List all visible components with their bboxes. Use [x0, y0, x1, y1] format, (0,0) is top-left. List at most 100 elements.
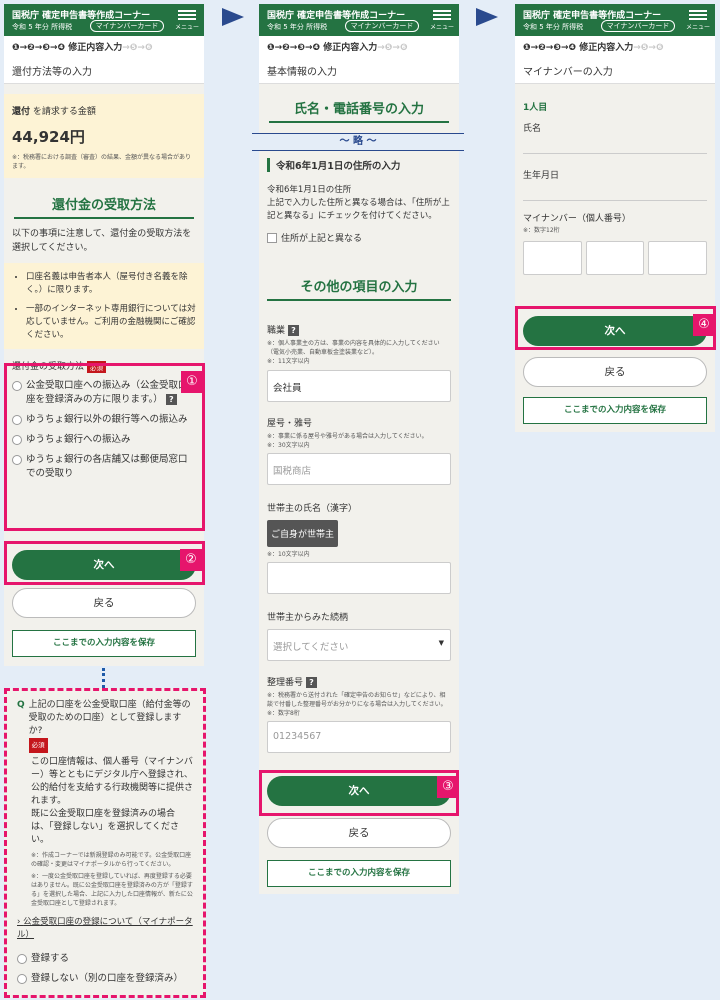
highlight-2: [4, 541, 205, 585]
step-indicator: ❶→❷→❸→❹ 修正内容入力→❺→❻: [515, 36, 715, 56]
popup-body-2: 既に公金受取口座を登録済みの場合は、「登録しない」を選択してください。: [31, 809, 179, 845]
app-header: 国税庁 確定申告書等作成コーナー 令和 5 年分 所得税 マイナンバーカード メ…: [515, 4, 715, 36]
flow-arrow-icon: [222, 8, 244, 26]
person-label: 1人目: [523, 103, 548, 113]
household-head-label: 世帯主の氏名（漢字）: [267, 504, 358, 514]
mynumber-input-2[interactable]: [585, 241, 645, 275]
radio-icon: [17, 954, 27, 964]
mynumber-form: 1人目 氏名 生年月日 マイナンバー（個人番号） ※：数字12桁: [515, 84, 715, 275]
hamburger-icon: [175, 10, 199, 20]
mynumber-card-button[interactable]: マイナンバーカード: [601, 20, 675, 32]
highlight-1: [4, 363, 205, 531]
question-row: Q 上記の口座を公金受取口座（給付金等の受取のための口座）として登録しますか? 必…: [17, 699, 193, 753]
dropdown-arrow-icon: ▼: [438, 639, 444, 647]
popup-note: ※：一度公金受取口座を登録していれば、再度登録する必要はありません。既に公金受取…: [31, 873, 193, 907]
mynumber-input-3[interactable]: [648, 241, 708, 275]
badge-4: ④: [693, 314, 715, 336]
birthdate-label: 生年月日: [523, 171, 560, 181]
public-account-question: Q 上記の口座を公金受取口座（給付金等の受取のための口座）として登録しますか? 必…: [4, 688, 206, 998]
save-progress-button[interactable]: ここまでの入力内容を保存: [267, 860, 451, 887]
page-title: マイナンバーの入力: [515, 56, 715, 84]
trade-name-limit: ※：30文字以内: [267, 442, 310, 449]
q-mark: Q: [17, 700, 25, 710]
address-differs-checkbox[interactable]: 住所が上記と異なる: [267, 231, 451, 244]
mynumber-inputs: [523, 241, 708, 275]
step-indicator: ❶→❷→❸→❹ 修正内容入力→❺→❻: [4, 36, 204, 56]
occupation-limit: ※：11文字以内: [267, 358, 310, 365]
back-button[interactable]: 戻る: [267, 818, 451, 848]
checkbox-icon: [267, 232, 277, 243]
address-text: 令和6年1月1日の住所 上記で入力した住所と異なる場合は、「住所が上記と異なる」…: [267, 185, 450, 221]
notice-item: 一部のインターネット専用銀行については対応していません。ご利用の金融機関にご確認…: [26, 303, 196, 342]
reference-number-note: ※：税務署から送付された「確定申告のお知らせ」などにより、相談で付番した整理番号…: [267, 692, 447, 708]
section-refund-method: 還付金の受取方法: [14, 194, 194, 219]
mynumber-label: マイナンバー（個人番号）: [523, 214, 631, 224]
screen2-body: 令和6年1月1日の住所の入力 令和6年1月1日の住所 上記で入力した住所と異なる…: [259, 152, 459, 753]
badge-2: ②: [180, 549, 202, 571]
trade-name-input[interactable]: 国税商店: [267, 453, 451, 485]
highlight-3: [259, 770, 459, 816]
occupation-input[interactable]: 会社員: [267, 370, 451, 402]
address-heading: 令和6年1月1日の住所の入力: [267, 158, 451, 172]
hamburger-icon: [430, 10, 454, 20]
refund-amount-box: 還付 を請求する金額 44,924円 ※：税務署における調査（審査）の結果、金額…: [4, 94, 204, 178]
relationship-select[interactable]: 選択してください ▼: [267, 629, 451, 661]
birthdate-value: [523, 183, 707, 201]
tax-year: 令和 5 年分 所得税: [523, 23, 584, 31]
question-text: 上記の口座を公金受取口座（給付金等の受取のための口座）として登録しますか?: [28, 700, 191, 736]
trade-name-label: 屋号・雅号: [267, 419, 313, 429]
mynumber-input-1[interactable]: [523, 241, 582, 275]
omitted-marker: 〜 略 〜: [252, 133, 464, 151]
app-header: 国税庁 確定申告書等作成コーナー 令和 5 年分 所得税 マイナンバーカード メ…: [4, 4, 204, 36]
mynaportal-link[interactable]: › 公金受取口座の登録について（マイナポータル）: [17, 916, 193, 942]
mynumber-card-button[interactable]: マイナンバーカード: [90, 20, 164, 32]
step-indicator: ❶→❷→❸→❹ 修正内容入力→❺→❻: [259, 36, 459, 56]
trade-name-note: ※：事業に係る屋号や雅号がある場合は入力してください。: [267, 433, 428, 440]
back-button[interactable]: 戻る: [12, 588, 196, 618]
menu-button[interactable]: メニュー: [686, 8, 710, 31]
radio-icon: [17, 974, 27, 984]
refund-note: ※：税務署における調査（審査）の結果、金額が異なる場合があります。: [12, 154, 192, 170]
option-register[interactable]: 登録する: [17, 952, 193, 966]
name-value: [523, 136, 707, 154]
save-progress-button[interactable]: ここまでの入力内容を保存: [12, 630, 196, 657]
mynumber-note: ※：数字12桁: [523, 227, 560, 234]
page-title: 基本情報の入力: [259, 56, 459, 84]
screen-mynumber: 国税庁 確定申告書等作成コーナー 令和 5 年分 所得税 マイナンバーカード メ…: [515, 4, 715, 432]
popup-note: ※：作成コーナーでは新規登録のみ可能です。公金受取口座の確認・変更はマイナポータ…: [31, 852, 192, 868]
badge-1: ①: [181, 371, 203, 393]
notice-item: 口座名義は申告者本人（屋号付き名義を除く。）に限ります。: [26, 271, 196, 297]
app-header: 国税庁 確定申告書等作成コーナー 令和 5 年分 所得税 マイナンバーカード メ…: [259, 4, 459, 36]
occupation-label: 職業 ?: [267, 323, 451, 336]
relationship-label: 世帯主からみた続柄: [267, 613, 349, 623]
occupation-note: ※：個人事業主の方は、事業の内容を具体的に入力してください（電気小売業、自動車板…: [267, 340, 440, 356]
household-head-limit: ※：10文字以内: [267, 551, 310, 558]
help-icon[interactable]: ?: [287, 325, 299, 336]
refund-label: 還付: [12, 107, 31, 117]
reference-number-limit: ※：数字8桁: [267, 710, 300, 717]
page-title: 還付方法等の入力: [4, 56, 204, 84]
instruction-text: 以下の事項に注意して、還付金の受取方法を選択してください。: [12, 229, 192, 253]
refund-amount: 44,924円: [12, 128, 85, 146]
menu-button[interactable]: メニュー: [175, 8, 199, 31]
reference-number-label: 整理番号 ?: [267, 675, 451, 688]
tax-year: 令和 5 年分 所得税: [267, 23, 328, 31]
reference-number-input[interactable]: 01234567: [267, 721, 451, 753]
hamburger-icon: [686, 10, 710, 20]
household-head-input[interactable]: [267, 562, 451, 594]
connector-line: [102, 668, 105, 688]
help-icon[interactable]: ?: [305, 677, 317, 688]
required-badge: 必須: [28, 738, 48, 753]
tax-year: 令和 5 年分 所得税: [12, 23, 73, 31]
menu-button[interactable]: メニュー: [430, 8, 454, 31]
save-progress-button[interactable]: ここまでの入力内容を保存: [523, 397, 707, 424]
mynumber-card-button[interactable]: マイナンバーカード: [345, 20, 419, 32]
highlight-4: [515, 306, 716, 350]
flow-arrow-icon: [476, 8, 498, 26]
option-not-register[interactable]: 登録しない（別の口座を登録済み）: [17, 972, 193, 986]
back-button[interactable]: 戻る: [523, 357, 707, 387]
popup-body: この口座情報は、個人番号（マイナンバー）等とともにデジタル庁へ登録され、公的給付…: [31, 757, 194, 806]
section-name-phone: 氏名・電話番号の入力: [269, 98, 449, 123]
notice-list: 口座名義は申告者本人（屋号付き名義を除く。）に限ります。 一部のインターネット専…: [4, 263, 204, 349]
self-is-head-button[interactable]: ご自身が世帯主: [267, 520, 339, 547]
